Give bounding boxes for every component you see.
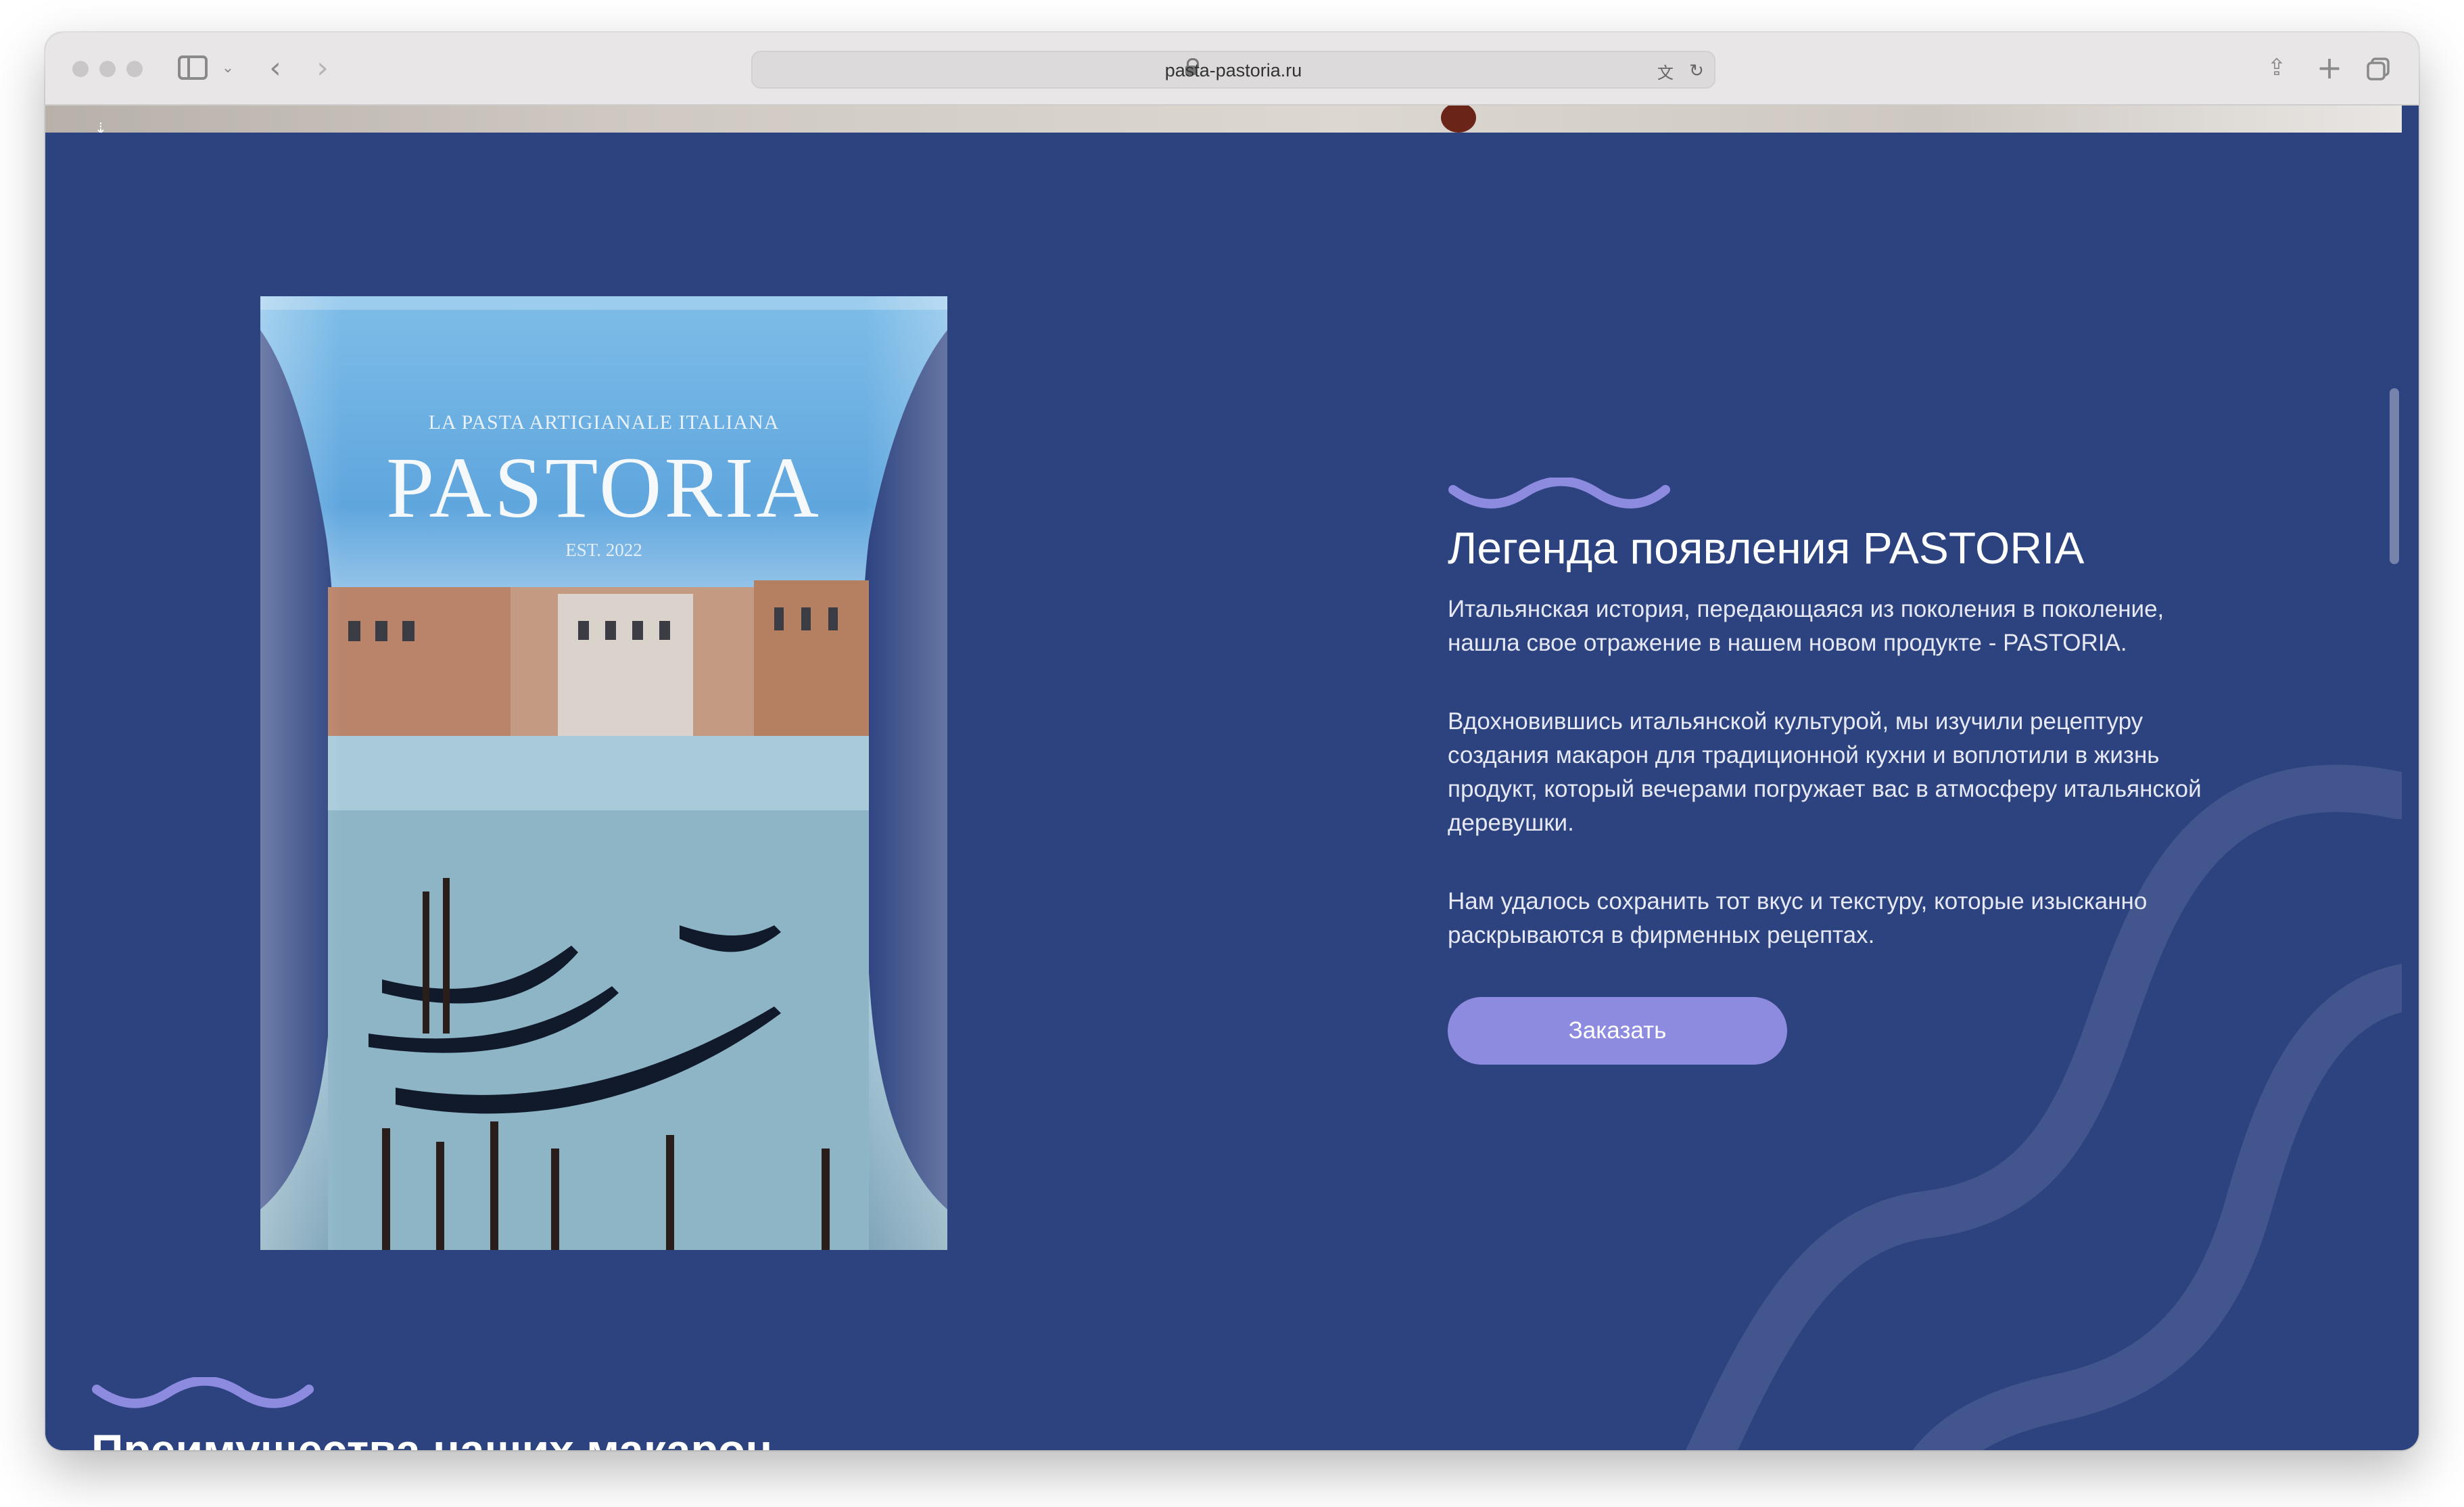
legend-title: Легенда появления PASTORIA xyxy=(1448,523,2085,573)
package-tagline: LA PASTA ARTIGIANALE ITALIANA xyxy=(428,411,780,434)
reload-icon[interactable]: ↻ xyxy=(1686,59,1707,83)
chevron-down-icon[interactable]: ⌄ xyxy=(220,55,236,80)
back-icon[interactable]: ‹ xyxy=(259,50,291,85)
page-scrollbar[interactable] xyxy=(2390,388,2399,564)
url-text: pasta-pastoria.ru xyxy=(1164,60,1302,80)
forward-icon[interactable]: › xyxy=(306,50,339,85)
legend-paragraph-1: Итальянская история, передающаяся из пок… xyxy=(1448,596,2164,656)
browser-window: ⌄ ‹ › pasta-pastoria.ru 文 ↻ ⇪ + ⇣ LA PAS… xyxy=(45,32,2419,1450)
legend-paragraph-2: Вдохновившись итальянской культурой, мы … xyxy=(1448,708,2202,836)
browser-toolbar: ⌄ ‹ › pasta-pastoria.ru 文 ↻ ⇪ + xyxy=(45,32,2419,106)
previous-section-image xyxy=(45,106,2402,133)
product-package-image: LA PASTA ARTIGIANALE ITALIANA PASTORIA E… xyxy=(260,296,947,1250)
close-window-button[interactable] xyxy=(72,61,89,77)
share-icon[interactable]: ⇪ xyxy=(2263,53,2290,83)
new-tab-icon[interactable]: + xyxy=(2316,49,2343,86)
translate-icon[interactable]: 文 xyxy=(1652,59,1679,83)
tabs-overview-icon[interactable] xyxy=(2365,55,2392,83)
advantages-title: Преимущества наших макарон xyxy=(91,1425,773,1450)
package-brand-name: PASTORIA xyxy=(386,440,822,536)
sidebar-icon[interactable] xyxy=(178,55,208,80)
legend-paragraph-3: Нам удалось сохранить тот вкус и текстур… xyxy=(1448,888,2148,948)
wave-icon xyxy=(92,1377,314,1408)
address-bar[interactable]: pasta-pastoria.ru 文 ↻ xyxy=(751,51,1715,89)
minimize-window-button[interactable] xyxy=(99,61,116,77)
zoom-window-button[interactable] xyxy=(126,61,143,77)
order-button[interactable]: Заказать xyxy=(1448,997,1787,1065)
legend-section: LA PASTA ARTIGIANALE ITALIANA PASTORIA E… xyxy=(45,133,2402,1450)
package-established: EST. 2022 xyxy=(565,540,642,560)
wave-icon xyxy=(1448,478,1670,509)
